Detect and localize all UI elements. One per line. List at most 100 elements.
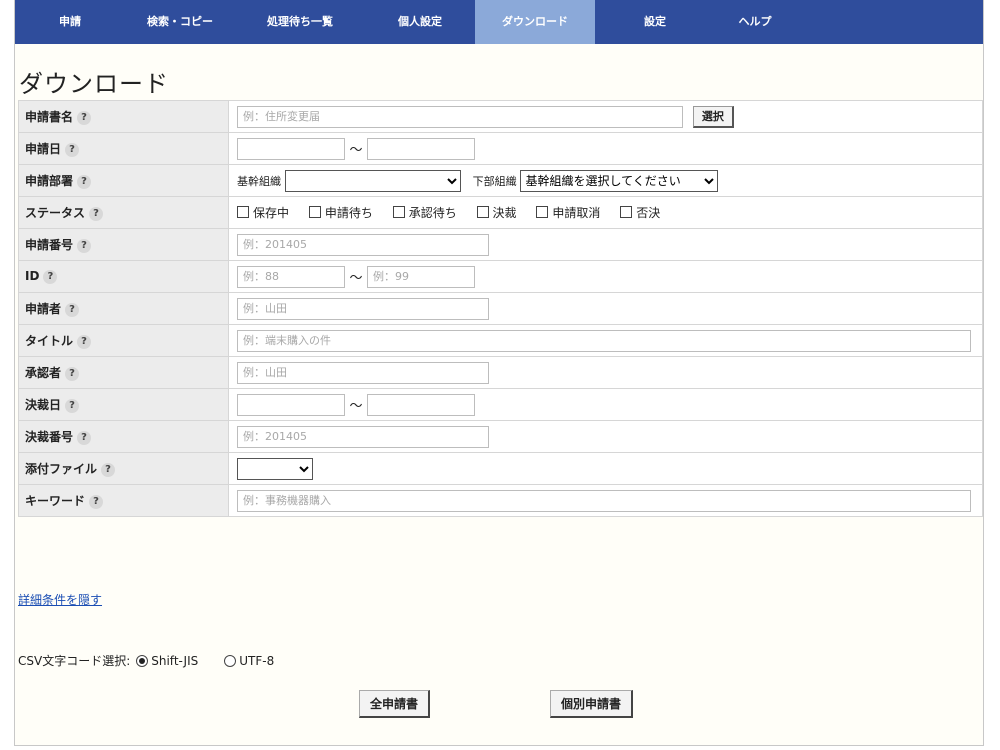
checkbox-label: 否決 bbox=[636, 205, 661, 220]
field-label: 承認者 bbox=[25, 366, 62, 380]
nav-item-apply[interactable]: 申請 bbox=[15, 0, 125, 44]
label-cell: 申請者? bbox=[18, 292, 229, 325]
label-cell: ステータス? bbox=[18, 196, 229, 229]
apply-date-to-input[interactable] bbox=[367, 137, 475, 160]
main-org-select[interactable] bbox=[284, 169, 461, 192]
top-nav: 申請 検索・コピー 処理待ち一覧 個人設定 ダウンロード 設定 ヘルプ bbox=[15, 0, 983, 44]
form-name-input[interactable] bbox=[237, 105, 683, 128]
decision-number-input[interactable] bbox=[237, 425, 489, 448]
keyword-input[interactable] bbox=[237, 489, 971, 512]
status-checkbox-saved[interactable]: 保存中 bbox=[237, 204, 289, 221]
label-cell: 決裁日? bbox=[18, 388, 229, 421]
value-cell bbox=[228, 420, 983, 453]
nav-item-personal-settings[interactable]: 個人設定 bbox=[365, 0, 475, 44]
sub-org-select[interactable]: 基幹組織を選択してください bbox=[520, 169, 719, 192]
nav-item-settings[interactable]: 設定 bbox=[595, 0, 715, 44]
help-icon[interactable]: ? bbox=[77, 430, 92, 445]
help-icon[interactable]: ? bbox=[101, 462, 116, 477]
id-from-input[interactable] bbox=[237, 265, 345, 288]
label-cell: タイトル? bbox=[18, 324, 229, 357]
radio-shift-jis[interactable]: Shift-JIS bbox=[136, 654, 198, 668]
value-cell bbox=[228, 356, 983, 389]
checkbox-label: 保存中 bbox=[253, 205, 290, 220]
help-icon[interactable]: ? bbox=[89, 494, 104, 509]
checkbox-icon bbox=[536, 206, 549, 219]
applicant-input[interactable] bbox=[237, 297, 489, 320]
approver-input[interactable] bbox=[237, 361, 489, 384]
page-title: ダウンロード bbox=[19, 70, 169, 98]
value-cell: 基幹組織 下部組織 基幹組織を選択してください bbox=[228, 164, 983, 197]
hide-details-link[interactable]: 詳細条件を隠す bbox=[18, 591, 102, 608]
status-checkbox-rejected[interactable]: 否決 bbox=[620, 204, 660, 221]
field-label: ステータス bbox=[25, 206, 86, 220]
label-cell: ID? bbox=[18, 260, 229, 293]
row-apply-date: 申請日? ～ bbox=[18, 132, 983, 165]
checkbox-label: 決裁 bbox=[492, 205, 517, 220]
status-checkbox-awaiting-approval[interactable]: 承認待ち bbox=[392, 204, 457, 221]
label-cell: 添付ファイル? bbox=[18, 452, 229, 485]
row-apply-number: 申請番号? bbox=[18, 228, 983, 261]
field-label: 申請書名 bbox=[25, 110, 74, 124]
help-icon[interactable]: ? bbox=[65, 142, 80, 157]
decision-date-to-input[interactable] bbox=[367, 393, 475, 416]
value-cell bbox=[228, 324, 983, 357]
range-separator: ～ bbox=[349, 399, 363, 414]
checkbox-icon bbox=[237, 206, 249, 219]
field-label: ID bbox=[25, 269, 40, 284]
field-label: 申請者 bbox=[25, 302, 62, 316]
field-label: 添付ファイル bbox=[25, 462, 98, 476]
help-icon[interactable]: ? bbox=[65, 366, 80, 381]
row-decision-date: 決裁日? ～ bbox=[18, 388, 983, 421]
row-decision-number: 決裁番号? bbox=[18, 420, 983, 453]
label-cell: キーワード? bbox=[18, 484, 229, 517]
radio-utf-8[interactable]: UTF-8 bbox=[224, 654, 274, 668]
field-label: 申請番号 bbox=[25, 238, 74, 252]
field-label: キーワード bbox=[25, 494, 86, 508]
csv-encoding-label: CSV文字コード選択: bbox=[18, 654, 131, 668]
help-icon[interactable]: ? bbox=[65, 302, 80, 317]
help-icon[interactable]: ? bbox=[89, 206, 104, 221]
field-label: 申請部署 bbox=[25, 174, 74, 188]
help-icon[interactable]: ? bbox=[77, 174, 92, 189]
value-cell: 保存中 申請待ち 承認待ち 決裁 申請取消 否決 bbox=[228, 196, 983, 229]
row-department: 申請部署? 基幹組織 下部組織 基幹組織を選択してください bbox=[18, 164, 983, 197]
apply-date-from-input[interactable] bbox=[237, 137, 345, 160]
radio-icon bbox=[224, 654, 237, 667]
field-label: 決裁日 bbox=[25, 398, 62, 412]
individual-applications-button[interactable]: 個別申請書 bbox=[550, 690, 634, 718]
help-icon[interactable]: ? bbox=[77, 238, 92, 253]
status-checkbox-awaiting-application[interactable]: 申請待ち bbox=[308, 204, 373, 221]
checkbox-icon bbox=[392, 206, 405, 219]
label-cell: 申請書名? bbox=[18, 100, 229, 133]
help-icon[interactable]: ? bbox=[77, 110, 92, 125]
label-cell: 申請番号? bbox=[18, 228, 229, 261]
value-cell bbox=[228, 484, 983, 517]
help-icon[interactable]: ? bbox=[65, 398, 80, 413]
decision-date-from-input[interactable] bbox=[237, 393, 345, 416]
nav-item-search-copy[interactable]: 検索・コピー bbox=[125, 0, 235, 44]
nav-item-download[interactable]: ダウンロード bbox=[475, 0, 595, 44]
id-to-input[interactable] bbox=[367, 265, 475, 288]
all-applications-button[interactable]: 全申請書 bbox=[359, 690, 431, 718]
label-cell: 申請日? bbox=[18, 132, 229, 165]
help-icon[interactable]: ? bbox=[43, 269, 58, 284]
value-cell: ～ bbox=[228, 132, 983, 165]
field-label: 決裁番号 bbox=[25, 430, 74, 444]
apply-number-input[interactable] bbox=[237, 233, 489, 256]
attachment-select[interactable] bbox=[237, 457, 313, 480]
row-attachment: 添付ファイル? bbox=[18, 452, 983, 485]
nav-item-pending-list[interactable]: 処理待ち一覧 bbox=[235, 0, 365, 44]
select-form-button[interactable]: 選択 bbox=[692, 105, 734, 128]
range-separator: ～ bbox=[349, 143, 363, 158]
row-title: タイトル? bbox=[18, 324, 983, 357]
label-cell: 決裁番号? bbox=[18, 420, 229, 453]
label-cell: 申請部署? bbox=[18, 164, 229, 197]
status-checkbox-cancelled[interactable]: 申請取消 bbox=[536, 204, 600, 221]
nav-item-help[interactable]: ヘルプ bbox=[715, 0, 795, 44]
help-icon[interactable]: ? bbox=[77, 334, 92, 349]
status-checkbox-decided[interactable]: 決裁 bbox=[476, 204, 517, 221]
checkbox-icon bbox=[476, 206, 489, 219]
title-input[interactable] bbox=[237, 329, 971, 352]
range-separator: ～ bbox=[349, 271, 363, 286]
main-org-label: 基幹組織 bbox=[237, 174, 281, 188]
